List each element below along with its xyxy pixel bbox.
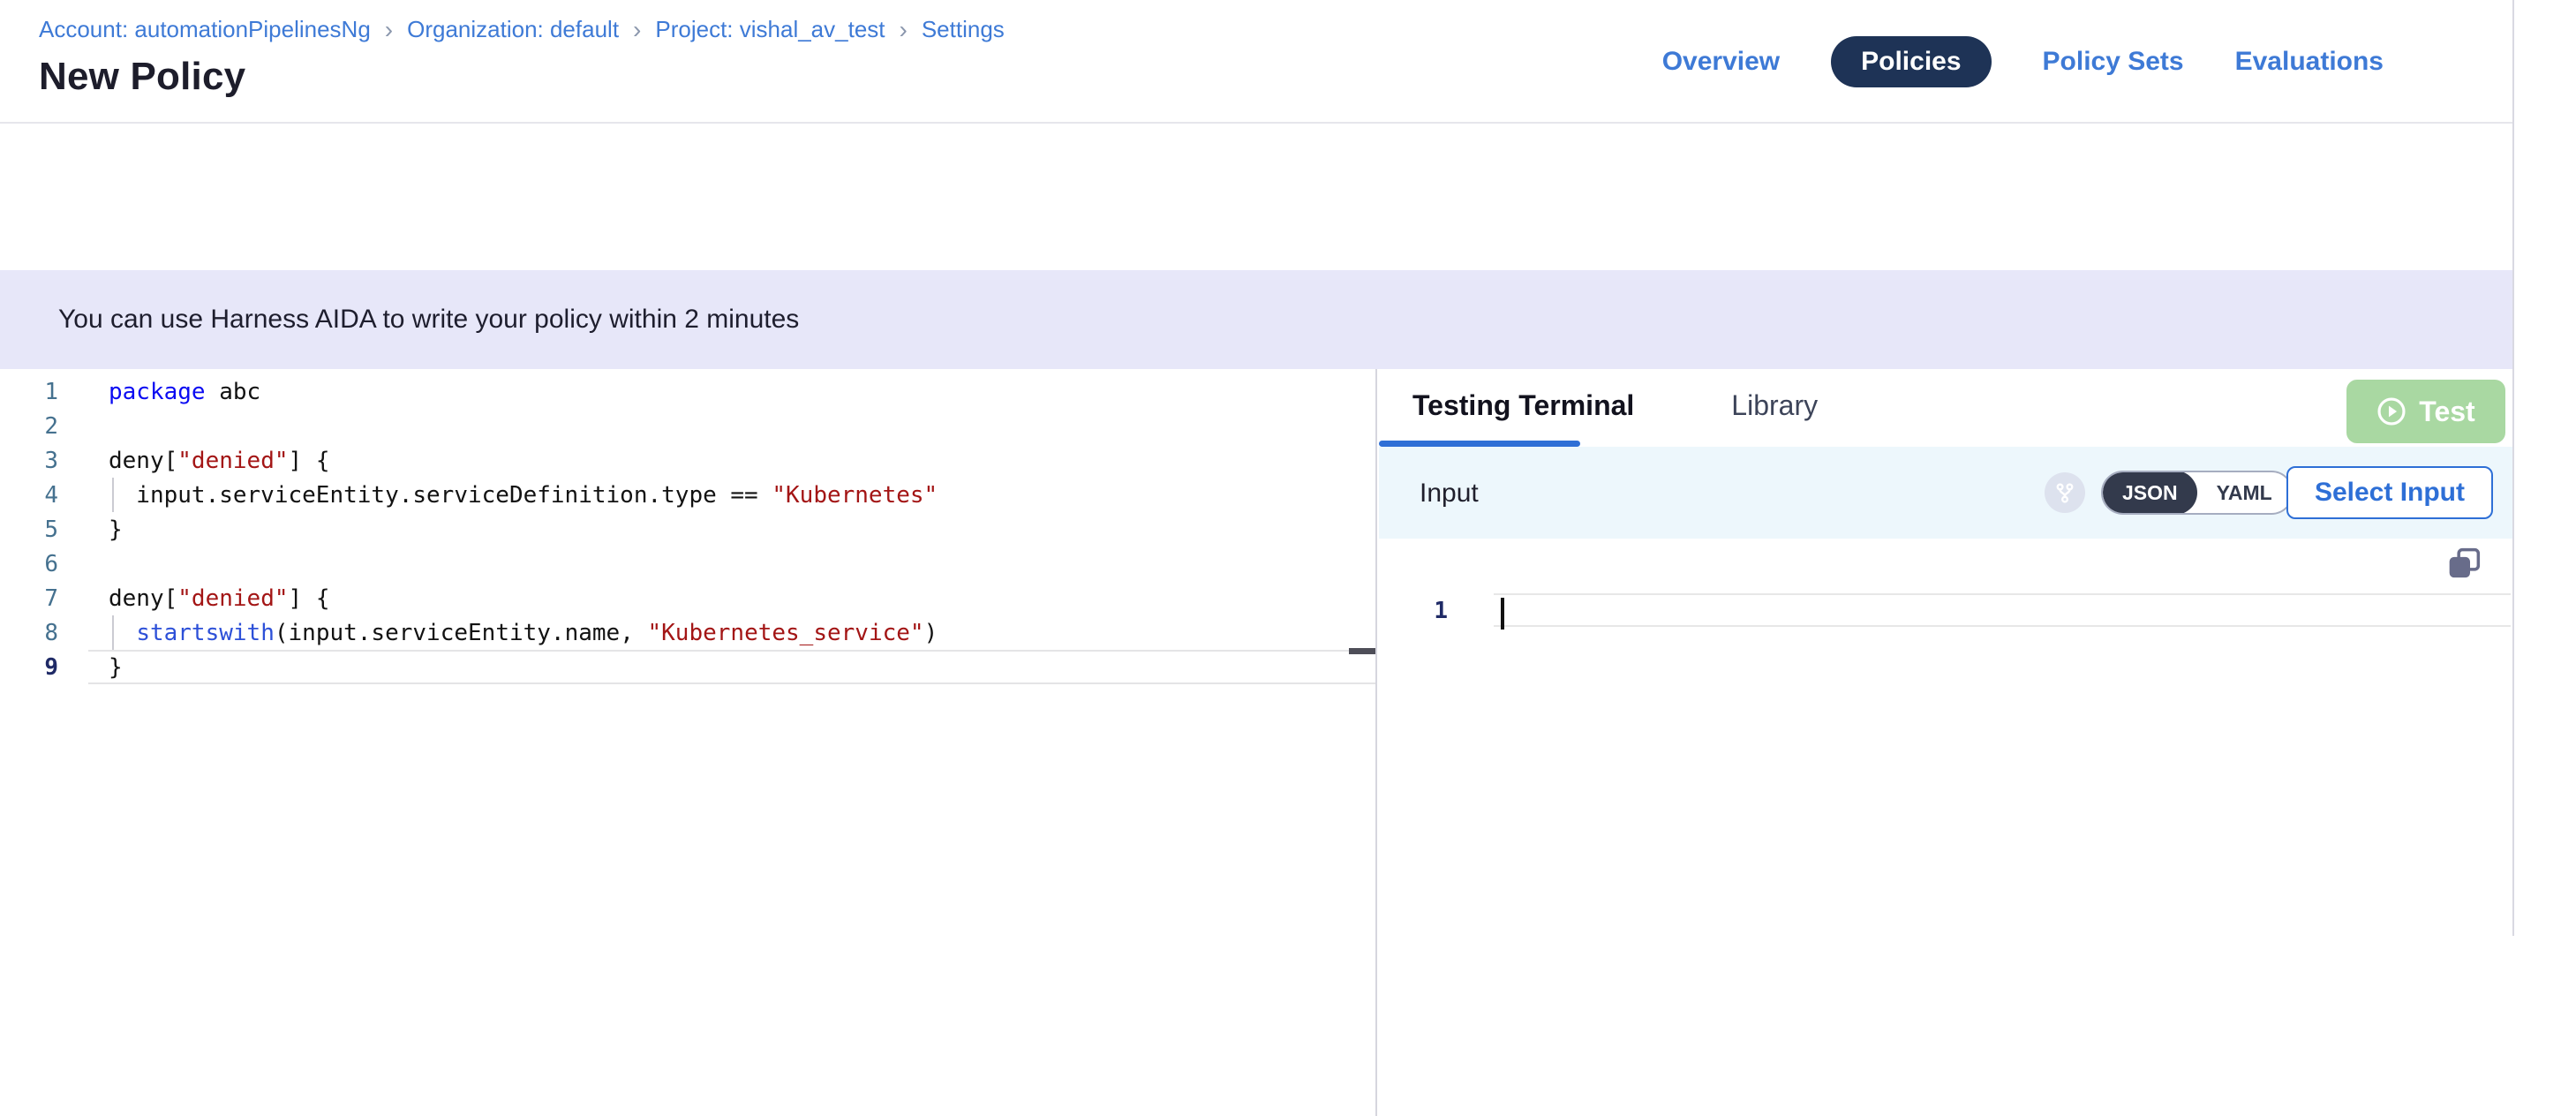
breadcrumb-item-project[interactable]: Project: vishal_av_test — [655, 16, 885, 43]
nav-item-policy-sets[interactable]: Policy Sets — [2043, 47, 2184, 77]
test-button[interactable]: Test — [2346, 380, 2505, 443]
code-line-8[interactable]: 8 startswith(input.serviceEntity.name, "… — [0, 615, 1375, 650]
aida-banner-message: You can use Harness AIDA to write your p… — [58, 305, 799, 335]
active-tab-underline — [1379, 441, 1580, 447]
code-line-content: deny["denied"] { — [88, 448, 329, 474]
policy-code-editor[interactable]: 1package abc23deny["denied"] {4 input.se… — [0, 369, 1377, 1116]
code-line-5[interactable]: 5} — [0, 512, 1375, 547]
line-number: 7 — [0, 585, 88, 612]
test-button-label: Test — [2419, 396, 2474, 428]
branch-icon — [2045, 472, 2085, 513]
line-number: 5 — [0, 517, 88, 543]
input-section-header: Input JSONYAML Select Input — [1379, 447, 2512, 539]
code-line-content: deny["denied"] { — [88, 585, 329, 612]
chevron-right-icon: › — [385, 18, 393, 42]
chevron-right-icon: › — [633, 18, 641, 42]
code-line-content: package abc — [88, 379, 260, 405]
format-option-yaml[interactable]: YAML — [2197, 471, 2292, 515]
breadcrumb-item-settings[interactable]: Settings — [922, 16, 1005, 43]
code-line-6[interactable]: 6 — [0, 547, 1375, 581]
line-number: 1 — [0, 379, 88, 405]
module-nav: Overview Policies Policy Sets Evaluations — [1662, 0, 2384, 124]
code-line-content: } — [88, 517, 123, 543]
scrollbar-divider — [2512, 0, 2514, 936]
code-line-3[interactable]: 3deny["denied"] { — [0, 443, 1375, 478]
input-label: Input — [1420, 479, 1479, 509]
aida-banner: You can use Harness AIDA to write your p… — [0, 270, 2512, 369]
nav-item-evaluations[interactable]: Evaluations — [2235, 47, 2384, 77]
chevron-right-icon: › — [900, 18, 908, 42]
code-line-2[interactable]: 2 — [0, 409, 1375, 443]
breadcrumb: Account: automationPipelinesNg › Organizat… — [39, 16, 1005, 43]
nav-item-overview[interactable]: Overview — [1662, 47, 1780, 77]
input-editor-active-line-highlight — [1494, 593, 2511, 627]
code-line-4[interactable]: 4 input.serviceEntity.serviceDefinition.… — [0, 478, 1375, 512]
code-line-1[interactable]: 1package abc — [0, 374, 1375, 409]
tab-library[interactable]: Library — [1731, 389, 1818, 422]
page-title: New Policy — [39, 55, 245, 99]
indent-guide — [112, 478, 114, 512]
input-editor-line-number: 1 — [1379, 595, 1448, 627]
select-input-label: Select Input — [2315, 478, 2465, 508]
code-line-content: startswith(input.serviceEntity.name, "Ku… — [88, 620, 938, 646]
testing-panel-tabs: Testing Terminal Library — [1412, 369, 1818, 441]
breadcrumb-item-account[interactable]: Account: automationPipelinesNg — [39, 16, 371, 43]
input-editor-caret — [1501, 598, 1504, 630]
editor-active-line-highlight — [88, 650, 1375, 684]
line-number: 3 — [0, 448, 88, 474]
tab-testing-terminal[interactable]: Testing Terminal — [1412, 389, 1634, 422]
select-input-button[interactable]: Select Input — [2286, 466, 2493, 519]
testing-panel: Testing Terminal Library Test Input JSONY… — [1379, 369, 2512, 1116]
input-format-toggle: JSONYAML — [2101, 471, 2294, 515]
page-header: Account: automationPipelinesNg › Organizat… — [0, 0, 2512, 124]
code-line-7[interactable]: 7deny["denied"] { — [0, 581, 1375, 615]
line-number: 4 — [0, 482, 88, 509]
breadcrumb-item-organization[interactable]: Organization: default — [407, 16, 619, 43]
line-number: 9 — [0, 654, 88, 681]
indent-guide — [112, 615, 114, 650]
nav-item-policies[interactable]: Policies — [1831, 36, 1991, 87]
line-number: 6 — [0, 551, 88, 577]
copy-icon[interactable] — [2445, 546, 2482, 583]
policy-toolbar: Default_Service_Policy Save Discard — [0, 125, 2512, 270]
play-icon — [2376, 396, 2407, 426]
code-line-content: input.serviceEntity.serviceDefinition.ty… — [88, 482, 938, 509]
format-option-json[interactable]: JSON — [2103, 471, 2197, 515]
line-number: 2 — [0, 413, 88, 440]
line-number: 8 — [0, 620, 88, 646]
editor-overview-ruler-cursor-mark — [1349, 648, 1375, 654]
page-scrollbar[interactable] — [2512, 0, 2576, 1116]
